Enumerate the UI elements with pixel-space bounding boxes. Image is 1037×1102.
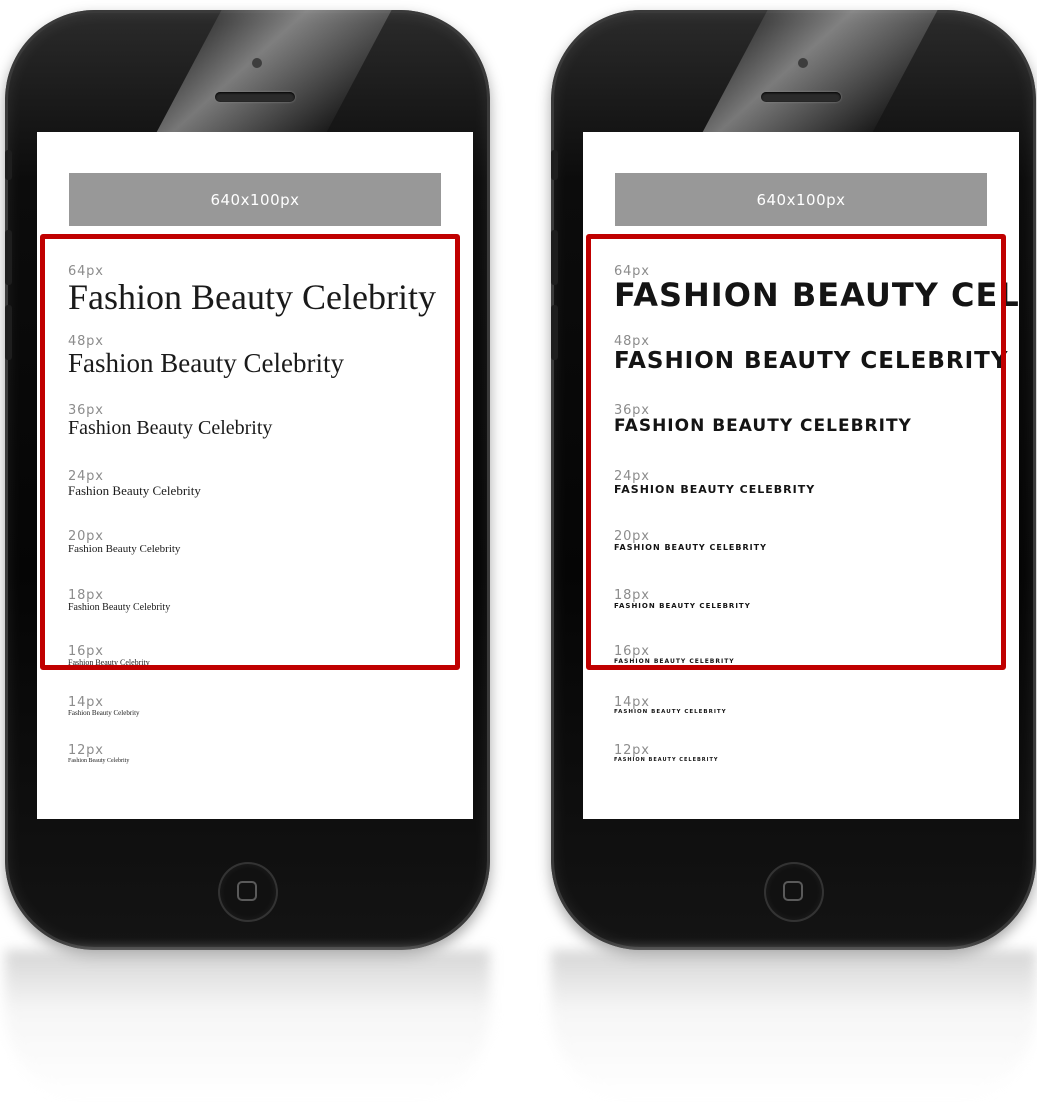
size-label: 20px (68, 529, 104, 544)
banner-placeholder: 640x100px (69, 173, 441, 226)
sample-text: FASHION BEAUTY CELEBRITY (614, 757, 719, 763)
type-row-64: 64px Fashion Beauty Celebrity (68, 260, 436, 317)
phone-left: 640x100px 64px Fashion Beauty Celebrity … (5, 10, 490, 950)
type-row-20: 20px Fashion Beauty Celebrity (68, 525, 180, 556)
size-label: 48px (68, 334, 104, 349)
front-camera-icon (798, 58, 808, 68)
size-label: 18px (68, 588, 104, 603)
sample-text: FASHION BEAUTY CELEBRITY (614, 276, 1019, 314)
size-label: 12px (68, 743, 104, 758)
phone-screen-left: 640x100px 64px Fashion Beauty Celebrity … (37, 132, 473, 819)
sample-text: Fashion Beauty Celebrity (68, 709, 140, 717)
type-row-16: 16px FASHION BEAUTY CELEBRITY (614, 640, 735, 665)
volume-up-button (5, 230, 12, 285)
size-label: 12px (614, 743, 650, 758)
volume-down-button (551, 305, 558, 360)
phone-right: 640x100px 64px FASHION BEAUTY CELEBRITY … (551, 10, 1036, 950)
sample-text: Fashion Beauty Celebrity (68, 602, 171, 613)
sample-text: FASHION BEAUTY CELEBRITY (614, 543, 767, 552)
sample-text: Fashion Beauty Celebrity (68, 483, 201, 498)
sample-text: Fashion Beauty Celebrity (68, 543, 181, 555)
size-label: 20px (614, 529, 650, 544)
sample-text: Fashion Beauty Celebrity (68, 758, 130, 764)
type-row-14: 14px Fashion Beauty Celebrity (68, 691, 140, 717)
size-label: 24px (614, 469, 650, 484)
type-row-36: 36px Fashion Beauty Celebrity (68, 399, 272, 439)
type-row-18: 18px Fashion Beauty Celebrity (68, 584, 170, 614)
banner-label: 640x100px (210, 190, 300, 209)
phone-screen-right: 640x100px 64px FASHION BEAUTY CELEBRITY … (583, 132, 1019, 819)
size-label: 14px (614, 695, 650, 710)
type-row-24: 24px FASHION BEAUTY CELEBRITY (614, 465, 815, 496)
type-row-14: 14px FASHION BEAUTY CELEBRITY (614, 691, 727, 716)
home-square-icon (237, 881, 257, 901)
size-label: 16px (614, 644, 650, 659)
volume-up-button (551, 230, 558, 285)
size-label: 36px (68, 403, 104, 418)
sample-text: FASHION BEAUTY CELEBRITY (614, 348, 1009, 374)
home-square-icon (783, 881, 803, 901)
type-row-48: 48px Fashion Beauty Celebrity (68, 330, 344, 377)
mute-switch (551, 150, 558, 180)
volume-down-button (5, 305, 12, 360)
sample-text: Fashion Beauty Celebrity (68, 277, 436, 317)
type-row-24: 24px Fashion Beauty Celebrity (68, 465, 201, 498)
sample-text: Fashion Beauty Celebrity (68, 348, 344, 378)
sample-text: Fashion Beauty Celebrity (68, 417, 273, 439)
type-row-12: 12px FASHION BEAUTY CELEBRITY (614, 739, 719, 763)
type-row-16: 16px Fashion Beauty Celebrity (68, 640, 150, 667)
earpiece-speaker (761, 92, 841, 102)
type-row-48: 48px FASHION BEAUTY CELEBRITY (614, 330, 1009, 373)
size-label: 16px (68, 644, 104, 659)
banner-label: 640x100px (756, 190, 846, 209)
type-row-18: 18px FASHION BEAUTY CELEBRITY (614, 584, 751, 610)
sample-text: FASHION BEAUTY CELEBRITY (614, 602, 751, 610)
sample-text: FASHION BEAUTY CELEBRITY (614, 709, 727, 715)
sample-text: FASHION BEAUTY CELEBRITY (614, 483, 816, 496)
sample-text: FASHION BEAUTY CELEBRITY (614, 416, 912, 436)
phone-reflection-left (5, 950, 490, 1102)
type-row-64: 64px FASHION BEAUTY CELEBRITY (614, 260, 1019, 313)
front-camera-icon (252, 58, 262, 68)
sample-text: FASHION BEAUTY CELEBRITY (614, 658, 735, 665)
type-row-36: 36px FASHION BEAUTY CELEBRITY (614, 399, 912, 436)
size-label: 48px (614, 334, 650, 349)
banner-placeholder: 640x100px (615, 173, 987, 226)
type-row-20: 20px FASHION BEAUTY CELEBRITY (614, 525, 767, 552)
screen-glare (147, 10, 413, 150)
type-row-12: 12px Fashion Beauty Celebrity (68, 739, 129, 764)
size-label: 14px (68, 695, 104, 710)
screen-glare (693, 10, 959, 150)
size-label: 18px (614, 588, 650, 603)
earpiece-speaker (215, 92, 295, 102)
phone-reflection-right (551, 950, 1036, 1102)
sample-text: Fashion Beauty Celebrity (68, 658, 150, 667)
size-label: 24px (68, 469, 104, 484)
mute-switch (5, 150, 12, 180)
